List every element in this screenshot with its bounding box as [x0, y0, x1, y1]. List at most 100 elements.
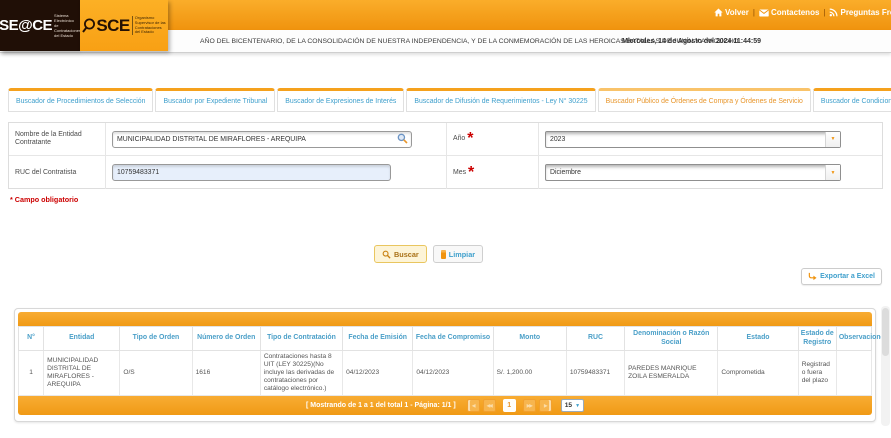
seace-logo-title: SE@CE [0, 17, 53, 34]
pagination-prev-button[interactable]: ◀◀ [482, 399, 496, 412]
column-header-observaciones: Observaciones [835, 326, 888, 351]
separator: | [752, 8, 755, 17]
seace-subtitle-line: Sistema Electrónico [54, 13, 74, 23]
pagination-current-page[interactable]: 1 [502, 399, 516, 412]
pagination-summary: [ Mostrando de 1 a 1 del total 1 - Págin… [305, 402, 456, 409]
entity-search-icon[interactable] [397, 131, 408, 149]
page-size-arrow-icon: ▼ [575, 402, 581, 409]
entity-label: Nombre de la Entidad Contratante [15, 131, 82, 146]
entity-input[interactable] [112, 130, 412, 148]
ruc-input[interactable] [112, 164, 391, 181]
month-required-star: * [468, 163, 475, 181]
search-button[interactable]: Buscar [374, 245, 427, 263]
faq-link-label: Preguntas Frecuentes [840, 8, 891, 17]
entity-label-cell: Nombre de la Entidad Contratante [9, 123, 106, 156]
scrollbar-thumb[interactable] [882, 308, 889, 356]
month-field-cell: Diciembre ▼ [539, 156, 882, 189]
pagination-next-button[interactable]: ▶▶ [522, 399, 536, 412]
cell-tipo-orden: O/S [119, 350, 193, 396]
faq-link[interactable]: Preguntas Frecuentes [829, 8, 891, 17]
page-size-value: 15 [564, 402, 573, 409]
pagination-first-button[interactable]: ◀ [466, 399, 480, 412]
table-row: 1 MUNICIPALIDAD DISTRITAL DE MIRAFLORES … [17, 350, 873, 396]
column-header-tipo-orden: Tipo de Orden [119, 326, 193, 351]
action-buttons: Buscar Limpiar [374, 245, 484, 263]
eraser-icon [440, 249, 446, 259]
year-select-value: 2023 [550, 135, 566, 143]
tab-buscador-expediente-tribunal[interactable]: Buscador por Expediente Tribunal [155, 88, 276, 112]
column-header-fecha-emision: Fecha de Emisión [342, 326, 414, 351]
column-header-estado-registro: Estado de Registro [797, 326, 837, 351]
clear-button[interactable]: Limpiar [432, 245, 484, 263]
datetime-text: Miercoles, 14 de Agosto del 2024 11:44:5… [622, 38, 762, 45]
clear-button-label: Limpiar [448, 249, 476, 259]
column-header-fecha-compromiso: Fecha de Compromiso [412, 326, 494, 351]
entity-field-cell [106, 123, 447, 156]
cell-fecha-compromiso: 04/12/2023 [412, 350, 494, 396]
seace-logo-subtitle: Sistema Electrónico de Contrataciones de… [54, 13, 81, 38]
search-button-label: Buscar [394, 249, 419, 259]
month-select-value: Diciembre [550, 169, 582, 176]
mail-icon [759, 9, 769, 16]
column-header-monto: Monto [492, 326, 567, 351]
year-select-arrow-icon[interactable]: ▼ [825, 131, 840, 147]
seace-subtitle-line: del Estado [54, 33, 73, 38]
osce-subtitle-line: del Estado [134, 29, 154, 35]
tab-buscador-expresiones-interes[interactable]: Buscador de Expresiones de Interés [277, 88, 405, 112]
search-form: Nombre de la Entidad Contratante Año * 2… [8, 122, 883, 189]
back-link[interactable]: Volver [714, 8, 749, 17]
search-button-icon [382, 250, 391, 259]
pagination-last-button[interactable]: ▶ [538, 399, 552, 412]
year-label-cell: Año * [447, 123, 539, 156]
pagination-bar: [ Mostrando de 1 a 1 del total 1 - Págin… [18, 396, 872, 415]
tab-buscador-condiciones-contratacion[interactable]: Buscador de Condiciones de Contratación [812, 88, 891, 112]
export-excel-label: Exportar a Excel [820, 273, 875, 280]
cell-fecha-emision: 04/12/2023 [342, 350, 414, 396]
osce-logo: SCE Organismo Supervisor de las Contrata… [80, 0, 168, 51]
cell-entidad: MUNICIPALIDAD DISTRITAL DE MIRAFLORES - … [43, 350, 121, 396]
contact-link-label: Contactenos [770, 8, 820, 17]
rss-icon [830, 8, 839, 17]
export-excel-button[interactable]: Exportar a Excel [801, 268, 882, 285]
results-header-bar [18, 312, 872, 326]
month-select-arrow-icon[interactable]: ▼ [825, 165, 840, 180]
page-size-select[interactable]: 15 ▼ [560, 399, 585, 412]
cell-estado-registro: Registrado fuera del plazo [797, 350, 837, 396]
tab-buscador-ordenes-compra-servicio[interactable]: Buscador Público de Órdenes de Compra y … [597, 88, 811, 112]
column-header-tipo-contratacion: Tipo de Contratación [259, 326, 344, 351]
seace-logo: SE@CE Sistema Electrónico de Contratacio… [0, 0, 81, 51]
top-links: Volver | Contactenos | Preguntas Frecuen… [714, 8, 891, 17]
cell-tipo-contratacion: Contrataciones hasta 8 UIT (LEY 30225)(N… [259, 350, 344, 396]
tab-buscador-procedimientos-seleccion[interactable]: Buscador de Procedimientos de Selección [8, 88, 154, 112]
column-header-denominacion: Denominación o Razón Social [624, 326, 719, 351]
contact-link[interactable]: Contactenos [759, 8, 819, 17]
tab-buscador-difusion-requerimientos[interactable]: Buscador de Difusión de Requerimientos -… [406, 88, 596, 112]
year-label: Año [453, 135, 466, 142]
column-header-numero-orden: Número de Orden [191, 326, 261, 351]
column-header-estado: Estado [717, 326, 799, 351]
cell-ruc: 10759483371 [565, 350, 626, 396]
osce-logo-subtitle: Organismo Supervisor de las Contratacion… [131, 16, 166, 35]
column-header-entidad: Entidad [43, 326, 121, 351]
tab-bar: Buscador de Procedimientos de Selección … [8, 88, 891, 112]
results-table: N° Entidad Tipo de Orden Número de Orden… [17, 326, 888, 396]
cell-numero-orden: 1616 [191, 350, 261, 396]
month-select[interactable]: Diciembre ▼ [545, 164, 841, 181]
page: Volver | Contactenos | Preguntas Frecuen… [0, 0, 891, 438]
month-label-cell: Mes * [447, 156, 539, 189]
year-field-cell: 2023 ▼ [539, 123, 882, 156]
required-field-note: * Campo obligatorio [10, 195, 79, 204]
column-header-ruc: RUC [565, 326, 626, 351]
export-arrow-icon [808, 272, 817, 281]
separator: | [823, 8, 826, 17]
seace-subtitle-line: de Contrataciones [54, 23, 81, 33]
cell-estado: Comprometida [717, 350, 799, 396]
ruc-label-cell: RUC del Contratista [9, 156, 106, 189]
ruc-label: RUC del Contratista [15, 168, 77, 176]
scrollbar[interactable] [881, 306, 890, 426]
cell-observaciones [835, 350, 873, 396]
year-select[interactable]: 2023 ▼ [545, 130, 841, 148]
osce-magnifier-icon [82, 18, 96, 33]
cell-monto: S/. 1,200.00 [492, 350, 567, 396]
year-required-star: * [467, 130, 474, 147]
